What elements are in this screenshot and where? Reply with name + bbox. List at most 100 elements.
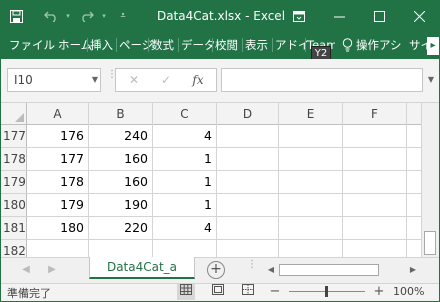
column-header-f[interactable]: F: [343, 103, 407, 125]
cell-e[interactable]: [279, 148, 343, 170]
cell-f[interactable]: [343, 148, 407, 170]
splitter-dots-icon[interactable]: ⋮: [107, 70, 117, 88]
cell-f[interactable]: [343, 217, 407, 239]
redo-dropdown-icon[interactable]: ▾: [99, 1, 109, 31]
scroll-right-icon[interactable]: ▶: [407, 263, 419, 277]
qat-customize-icon[interactable]: ⩡: [117, 1, 129, 31]
cell-c[interactable]: 1: [153, 148, 217, 170]
table-row: 180 179 190 1: [1, 194, 421, 217]
cell-c[interactable]: 1: [153, 171, 217, 193]
tab-data[interactable]: データ: [181, 31, 216, 59]
tab-view[interactable]: 表示: [245, 31, 268, 59]
column-header-d[interactable]: D: [217, 103, 279, 125]
cell-d[interactable]: [217, 148, 279, 170]
table-row: 177 176 240 4: [1, 125, 421, 148]
page-break-view-icon[interactable]: [239, 284, 257, 300]
row-header[interactable]: 178: [1, 148, 27, 170]
cell-c[interactable]: 4: [153, 125, 217, 147]
column-header-a[interactable]: A: [27, 103, 89, 125]
cell-a[interactable]: [27, 240, 89, 257]
next-sheet-icon[interactable]: ▶: [45, 263, 59, 277]
name-box-dropdown-icon[interactable]: ▼: [89, 68, 101, 92]
sheet-tab-data4cat-a[interactable]: Data4Cat_a: [89, 257, 195, 279]
tab-separator: [87, 38, 88, 52]
minimize-icon[interactable]: [325, 1, 353, 31]
close-icon[interactable]: [405, 1, 433, 31]
enter-icon[interactable]: ✓: [152, 69, 180, 91]
cell-e[interactable]: [279, 171, 343, 193]
cell-d[interactable]: [217, 125, 279, 147]
zoom-level[interactable]: 100%: [393, 285, 424, 298]
previous-sheet-icon[interactable]: ◀: [19, 263, 33, 277]
maximize-icon[interactable]: [365, 1, 393, 31]
cell-a[interactable]: 179: [27, 194, 89, 216]
column-header-c[interactable]: C: [153, 103, 217, 125]
cell-f[interactable]: [343, 240, 407, 257]
cell-a[interactable]: 180: [27, 217, 89, 239]
column-header-e[interactable]: E: [279, 103, 343, 125]
cell-a[interactable]: 176: [27, 125, 89, 147]
zoom-in-button[interactable]: +: [373, 284, 385, 300]
row-header[interactable]: 177: [1, 125, 27, 147]
cell-c[interactable]: 4: [153, 217, 217, 239]
cell-e[interactable]: [279, 217, 343, 239]
tell-me-search[interactable]: 操作アシスタ: [356, 31, 402, 59]
normal-view-icon[interactable]: [177, 284, 195, 300]
scroll-left-icon[interactable]: ◀: [265, 263, 277, 277]
cell-b[interactable]: 160: [89, 148, 153, 170]
column-header-b[interactable]: B: [89, 103, 153, 125]
cell-f[interactable]: [343, 171, 407, 193]
tab-insert[interactable]: 挿入: [90, 31, 113, 59]
title-bar: ▾ ▾ ⩡ Data4Cat.xlsx - Excel: [1, 1, 439, 31]
undo-dropdown-icon[interactable]: ▾: [63, 1, 73, 31]
tab-separator: [242, 38, 243, 52]
row-header[interactable]: 179: [1, 171, 27, 193]
expand-formula-bar-icon[interactable]: ▼: [425, 68, 437, 92]
worksheet-grid[interactable]: A B C D E F 177 176 240 4 178 177 160 1 …: [1, 103, 421, 257]
cell-b[interactable]: 160: [89, 171, 153, 193]
ribbon-display-icon[interactable]: [285, 1, 313, 31]
cell-e[interactable]: [279, 125, 343, 147]
formula-input[interactable]: [221, 68, 423, 92]
cell-a[interactable]: 177: [27, 148, 89, 170]
cell-b[interactable]: [89, 240, 153, 257]
row-header[interactable]: 180: [1, 194, 27, 216]
add-sheet-button[interactable]: +: [207, 261, 225, 279]
insert-function-icon[interactable]: fx: [184, 69, 212, 91]
zoom-out-button[interactable]: −: [269, 284, 281, 300]
name-box[interactable]: I10: [7, 68, 101, 92]
select-all-button[interactable]: [1, 103, 27, 125]
cell-d[interactable]: [217, 217, 279, 239]
save-icon[interactable]: [7, 1, 25, 31]
zoom-slider-thumb[interactable]: [325, 286, 328, 297]
cell-c[interactable]: [153, 240, 217, 257]
row-header[interactable]: 182: [1, 240, 27, 257]
cell-f[interactable]: [343, 194, 407, 216]
cell-a[interactable]: 178: [27, 171, 89, 193]
cell-d[interactable]: [217, 171, 279, 193]
row-header[interactable]: 181: [1, 217, 27, 239]
formula-buttons: ✕ ✓ fx: [115, 68, 217, 92]
cell-b[interactable]: 240: [89, 125, 153, 147]
cell-b[interactable]: 220: [89, 217, 153, 239]
tab-file[interactable]: ファイル: [9, 31, 55, 59]
tabs-scroll-right-icon[interactable]: ▸: [427, 37, 439, 55]
cell-c[interactable]: 1: [153, 194, 217, 216]
tab-review[interactable]: 校閲: [215, 31, 238, 59]
cell-e[interactable]: [279, 240, 343, 257]
cell-b[interactable]: 190: [89, 194, 153, 216]
undo-icon[interactable]: [41, 1, 61, 31]
tab-splitter-icon[interactable]: ⋮: [247, 260, 257, 277]
page-layout-view-icon[interactable]: [209, 284, 227, 300]
cancel-icon[interactable]: ✕: [120, 69, 148, 91]
cell-e[interactable]: [279, 194, 343, 216]
redo-icon[interactable]: [77, 1, 97, 31]
tab-sign-in[interactable]: サイ: [409, 31, 427, 59]
cell-d[interactable]: [217, 240, 279, 257]
horizontal-scroll-thumb[interactable]: [279, 264, 379, 276]
tab-separator: [178, 38, 179, 52]
vertical-scroll-thumb[interactable]: [424, 231, 436, 255]
tab-formulas[interactable]: 数式: [151, 31, 174, 59]
cell-d[interactable]: [217, 194, 279, 216]
cell-f[interactable]: [343, 125, 407, 147]
